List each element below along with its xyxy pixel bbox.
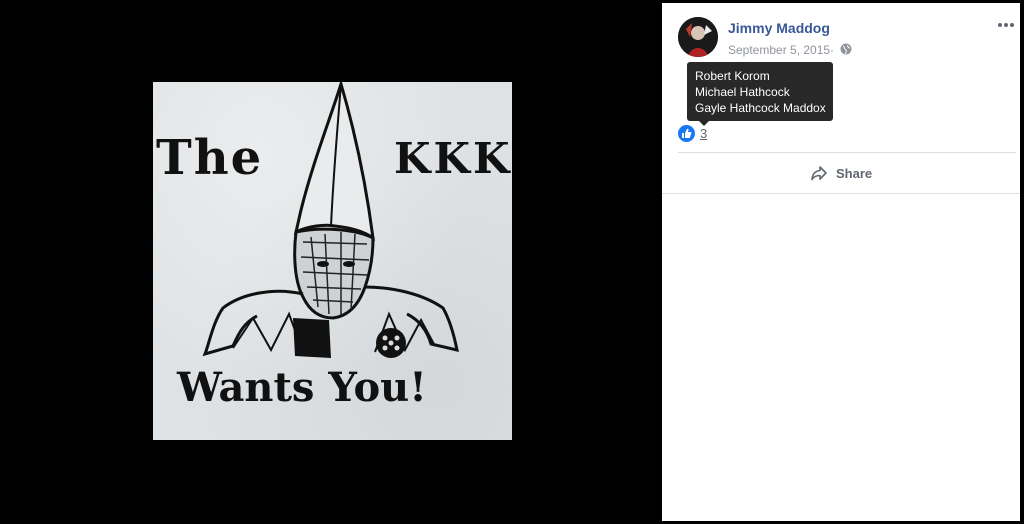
avatar-image <box>678 17 718 57</box>
thumbs-up-icon <box>682 128 692 138</box>
ellipsis-dot <box>1010 23 1014 27</box>
like-icon[interactable] <box>678 125 695 142</box>
ellipsis-dot <box>1004 23 1008 27</box>
share-button[interactable]: Share <box>792 161 892 189</box>
tooltip-name: Robert Korom <box>695 69 770 83</box>
photo-caption-top-right: KKK <box>394 134 512 183</box>
post-side-panel: Jimmy Maddog September 5, 2015 · Robert … <box>662 3 1020 521</box>
meta-separator: · <box>830 43 834 57</box>
tooltip-name: Gayle Hathcock Maddox <box>695 101 826 115</box>
post-photo[interactable]: The KKK Wants You! <box>153 82 512 440</box>
reactions-tooltip: Robert Korom Michael Hathcock Gayle Hath… <box>687 62 833 126</box>
poster-name-link[interactable]: Jimmy Maddog <box>728 20 830 36</box>
photo-caption-bottom: Wants You! <box>177 364 427 411</box>
share-arrow-icon <box>811 166 827 181</box>
post-timestamp[interactable]: September 5, 2015 <box>728 43 830 57</box>
divider <box>678 152 1016 153</box>
photo-viewer: The KKK Wants You! <box>0 0 661 524</box>
divider <box>662 193 1020 194</box>
photo-caption-top-left: The <box>156 130 264 186</box>
avatar[interactable] <box>678 17 718 57</box>
tooltip-name: Michael Hathcock <box>695 85 790 99</box>
ellipsis-dot <box>998 23 1002 27</box>
share-label: Share <box>836 166 873 181</box>
globe-icon[interactable] <box>840 43 852 55</box>
ellipsis-icon[interactable] <box>998 20 1014 30</box>
reaction-count-link[interactable]: 3 <box>700 126 707 141</box>
